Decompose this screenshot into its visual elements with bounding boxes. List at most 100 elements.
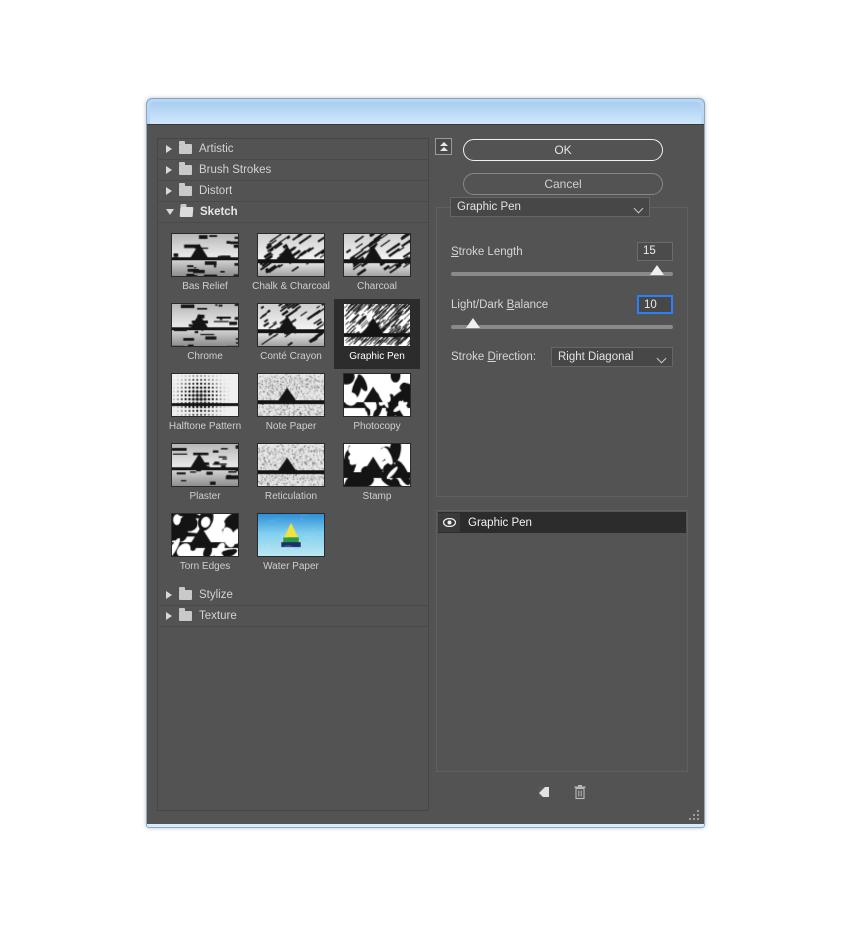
filter-thumbnail-water-paper[interactable]: Water Paper [248,509,334,579]
category-label: Distort [199,185,233,197]
stroke-length-input[interactable]: 15 [637,242,673,261]
chevron-down-icon [633,203,644,214]
cancel-button[interactable]: Cancel [463,173,663,195]
filter-thumbnail-note-paper[interactable]: Note Paper [248,369,334,439]
category-label: Brush Strokes [199,164,272,176]
resize-grip-dot [693,818,695,820]
trash-icon-glyph [574,785,586,800]
filter-thumbnail-label: Torn Edges [179,561,231,572]
filter-name-dropdown[interactable]: Graphic Pen [450,197,650,217]
filter-thumbnail-label: Water Paper [263,561,319,572]
filter-thumbnail-halftone-pattern[interactable]: Halftone Pattern [162,369,248,439]
category-row-texture[interactable]: Texture [158,606,428,627]
filter-preview-image [343,373,411,417]
filter-thumbnail-label: Reticulation [264,491,318,502]
light-dark-balance-input[interactable]: 10 [637,295,673,314]
filter-preview-image [257,443,325,487]
category-row-artistic[interactable]: Artistic [158,139,428,160]
dialog-button-stack: OK Cancel [463,138,694,195]
filter-thumbnail-charcoal[interactable]: Charcoal [334,229,420,299]
triangle-right-icon [166,187,172,195]
light-dark-balance-slider[interactable] [451,318,673,329]
folder-closed-icon [179,183,192,196]
filter-preview-image [343,443,411,487]
filter-preview-image [171,303,239,347]
chevron-down-icon [656,353,667,364]
filter-preview-image [171,373,239,417]
filter-thumbnail-label: Bas Relief [182,281,228,292]
filter-thumbnail-stamp[interactable]: Stamp [334,439,420,509]
folder-closed-icon [179,608,192,621]
filter-thumbnail-graphic-pen[interactable]: Graphic Pen [334,299,420,369]
triangle-right-icon [166,145,172,153]
resize-grip-dot [697,814,699,816]
resize-grip-dot [697,818,699,820]
filter-thumbnail-reticulation[interactable]: Reticulation [248,439,334,509]
category-row-sketch[interactable]: Sketch [158,202,428,223]
filter-settings-panel: Graphic Pen Stroke Length 15 Light/Dark … [436,197,688,497]
effect-layers-panel[interactable]: Graphic Pen [436,510,688,800]
category-row-stylize[interactable]: Stylize [158,585,428,606]
resize-grip-dot [697,810,699,812]
filter-thumbnail-label: Plaster [189,491,221,502]
filter-thumbnail-label: Photocopy [353,421,401,432]
ok-button[interactable]: OK [463,139,663,161]
filter-thumbnail-plaster[interactable]: Plaster [162,439,248,509]
category-row-brush-strokes[interactable]: Brush Strokes [158,160,428,181]
collapse-panel-button[interactable] [435,138,452,155]
category-label: Texture [199,610,237,622]
stroke-length-slider-thumb[interactable] [650,265,665,275]
resize-grip-dot [693,814,695,816]
filter-thumbnail-label: Conté Crayon [260,351,322,362]
resize-grip-icon[interactable] [689,810,700,821]
folder-closed-icon [179,162,192,175]
eye-icon-glyph [442,518,456,527]
filter-thumbnail-torn-edges[interactable]: Torn Edges [162,509,248,579]
filter-preview-image [257,373,325,417]
settings-side-panel: OK Cancel Graphic Pen Stroke Length 15 L… [429,125,704,824]
filter-thumbnail-label: Note Paper [265,421,317,432]
triangle-down-icon [166,209,174,215]
effect-layer-toolbar [437,783,687,801]
filter-browser-panel[interactable]: Artistic Brush Strokes Distort Sketch Bas R… [157,138,429,811]
triangle-right-icon [166,612,172,620]
triangle-right-icon [166,166,172,174]
title-bar[interactable] [150,102,701,126]
eye-icon[interactable] [438,513,460,532]
filter-preview-image [257,233,325,277]
new-effect-layer-glyph [539,787,549,797]
category-list-bottom: Stylize Texture [158,585,428,627]
triangle-right-icon [166,591,172,599]
stroke-direction-label: Stroke Direction: [451,351,537,363]
folder-open-icon [179,207,194,217]
folder-closed-icon [179,587,192,600]
filter-thumbnail-grid[interactable]: Bas Relief Chalk & Charcoal Charcoal Chrome… [158,223,428,585]
filter-preview-image [257,303,325,347]
category-label: Sketch [200,206,238,218]
filter-thumbnail-label: Graphic Pen [349,351,405,362]
light-dark-balance-control: Light/Dark Balance 10 [451,295,673,329]
stroke-length-control: Stroke Length 15 [451,242,673,276]
filter-thumbnail-chalk-charcoal[interactable]: Chalk & Charcoal [248,229,334,299]
filter-preview-image [171,233,239,277]
filter-thumbnail-chrome[interactable]: Chrome [162,299,248,369]
filter-thumbnail-label: Chalk & Charcoal [252,281,330,292]
stroke-direction-dropdown[interactable]: Right Diagonal [551,347,673,367]
stroke-length-slider[interactable] [451,265,673,276]
effect-layer-row[interactable]: Graphic Pen [438,512,686,533]
filter-preview-image [171,443,239,487]
new-effect-layer-icon[interactable] [535,783,553,801]
resize-grip-dot [689,818,691,820]
category-row-distort[interactable]: Distort [158,181,428,202]
filter-preview-image [343,303,411,347]
filter-preview-image [257,513,325,557]
stroke-length-label: Stroke Length [451,245,523,258]
stroke-direction-control: Stroke Direction: Right Diagonal [451,347,673,367]
light-dark-balance-slider-thumb[interactable] [466,318,481,328]
double-chevron-up-icon [439,141,448,152]
effect-layer-name: Graphic Pen [468,516,532,529]
filter-thumbnail-photocopy[interactable]: Photocopy [334,369,420,439]
trash-icon[interactable] [571,783,589,801]
filter-thumbnail-cont-crayon[interactable]: Conté Crayon [248,299,334,369]
filter-thumbnail-bas-relief[interactable]: Bas Relief [162,229,248,299]
